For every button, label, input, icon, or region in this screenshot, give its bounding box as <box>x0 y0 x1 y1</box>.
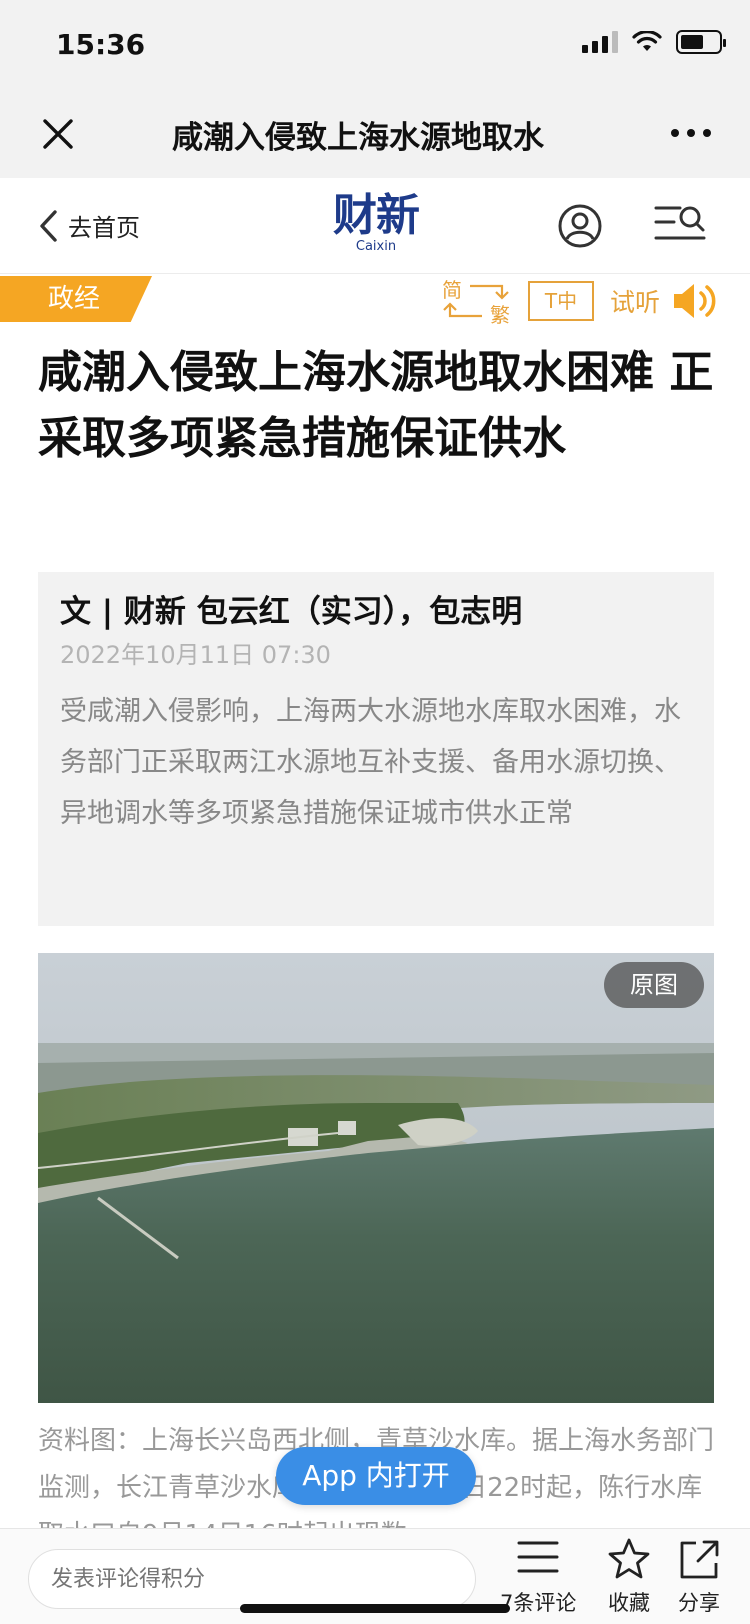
share-icon <box>680 1540 719 1579</box>
article-summary-box: 文 | 财新 包云红（实习），包志明 2022年10月11日 07:30 受咸潮… <box>38 572 714 926</box>
home-indicator <box>240 1604 510 1613</box>
article-photo[interactable] <box>38 953 714 1403</box>
category-tag[interactable]: 政经 <box>0 276 152 322</box>
back-to-home-link[interactable]: 去首页 <box>38 208 140 243</box>
menu-search-icon[interactable] <box>654 202 706 246</box>
swap-arrows-icon <box>443 284 509 318</box>
publish-date: 2022年10月11日 07:30 <box>60 641 331 669</box>
simplified-traditional-toggle[interactable]: 简 繁 <box>440 276 512 327</box>
font-size-toggle[interactable]: T中 <box>528 281 594 321</box>
browser-nav-bar: 咸潮入侵致上海水源地取水 <box>0 92 750 178</box>
category-bar: 政经 简 繁 T中 试听 <box>0 276 750 328</box>
speaker-icon <box>674 284 716 318</box>
back-label: 去首页 <box>68 214 140 242</box>
reading-tools: 简 繁 T中 试听 <box>440 276 720 327</box>
comments-list-icon <box>517 1541 559 1573</box>
favorite-button[interactable]: 收藏 <box>606 1537 652 1617</box>
comment-input[interactable] <box>28 1549 476 1609</box>
wifi-icon <box>632 31 662 51</box>
caixin-logo[interactable]: 财新 Caixin <box>326 192 426 254</box>
chevron-left-icon <box>40 209 57 242</box>
share-button[interactable]: 分享 <box>676 1537 722 1617</box>
more-options-icon[interactable] <box>666 118 716 148</box>
user-profile-icon[interactable] <box>556 202 604 250</box>
site-header: 去首页 财新 Caixin <box>0 178 750 274</box>
comments-button[interactable]: 7条评论 <box>500 1537 576 1617</box>
cellular-signal-icon <box>582 31 618 53</box>
close-icon[interactable] <box>36 112 80 156</box>
listen-button[interactable]: 试听 <box>610 281 720 321</box>
page-title: 咸潮入侵致上海水源地取水 <box>172 120 544 156</box>
status-bar: 15:36 <box>0 0 750 92</box>
view-original-image-button[interactable]: 原图 <box>604 962 704 1008</box>
article-abstract: 受咸潮入侵影响，上海两大水源地水库取水困难，水务部门正采取两江水源地互补支援、备… <box>60 696 681 829</box>
open-in-app-button[interactable]: App 内打开 <box>276 1447 476 1505</box>
star-icon <box>608 1538 650 1579</box>
article-headline: 咸潮入侵致上海水源地取水困难 正采取多项紧急措施保证供水 <box>38 347 714 464</box>
author-line: 文 | 财新 包云红（实习），包志明 <box>60 594 523 630</box>
battery-icon <box>676 30 726 54</box>
status-time: 15:36 <box>56 28 146 61</box>
